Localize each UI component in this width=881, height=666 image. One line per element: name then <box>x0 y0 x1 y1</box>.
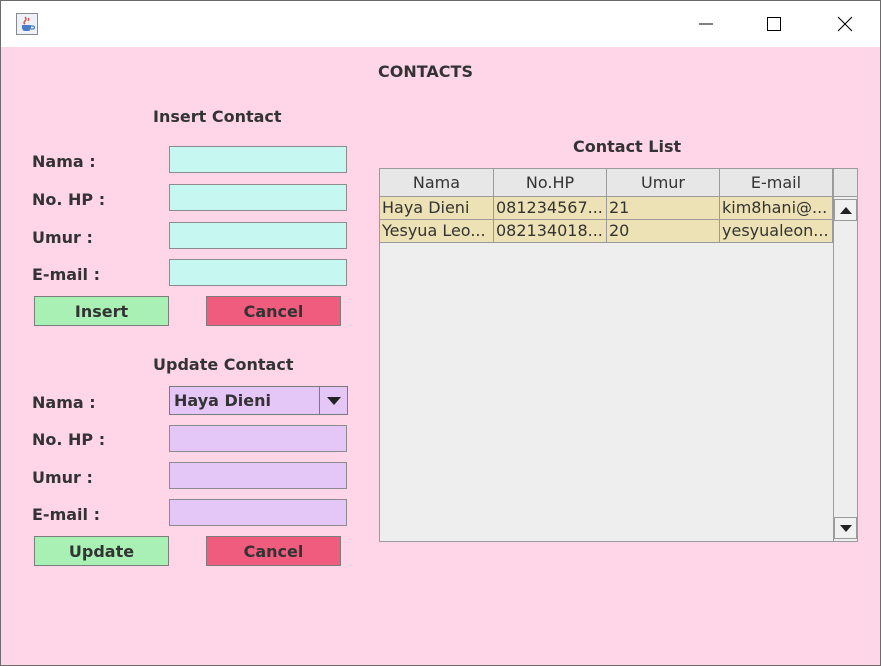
update-umur-input[interactable] <box>169 462 347 489</box>
maximize-button[interactable] <box>746 1 802 47</box>
insert-email-input[interactable] <box>169 259 347 286</box>
contact-list-heading: Contact List <box>573 137 682 156</box>
insert-hp-input[interactable] <box>169 184 347 211</box>
cell-email: kim8hani@... <box>720 197 833 220</box>
update-nama-select[interactable]: Haya Dieni <box>169 386 348 415</box>
insert-umur-label: Umur : <box>32 228 93 247</box>
insert-umur-input[interactable] <box>169 222 347 249</box>
cell-hp: 082134018... <box>494 220 607 243</box>
update-email-input[interactable] <box>169 499 347 526</box>
update-contact-heading: Update Contact <box>153 355 294 374</box>
contact-table: Nama No.HP Umur E-mail Haya Dieni 081234… <box>379 168 858 542</box>
column-header-email[interactable]: E-mail <box>720 169 833 197</box>
dropdown-arrow-icon[interactable] <box>319 387 347 414</box>
cell-nama: Haya Dieni <box>380 197 494 220</box>
insert-button[interactable]: Insert <box>34 296 169 326</box>
table-row[interactable]: Yesyua Leo... 082134018... 20 yesyualeon… <box>380 220 833 243</box>
insert-nama-label: Nama : <box>32 152 96 171</box>
java-cup-icon <box>16 13 38 35</box>
update-hp-label: No. HP : <box>32 430 106 449</box>
close-button[interactable] <box>817 1 873 47</box>
table-row[interactable]: Haya Dieni 081234567... 21 kim8hani@... <box>380 197 833 220</box>
update-nama-selected: Haya Dieni <box>174 391 271 410</box>
update-cancel-button[interactable]: Cancel <box>206 536 341 566</box>
scroll-up-icon[interactable] <box>834 199 857 221</box>
update-umur-label: Umur : <box>32 468 93 487</box>
title-bar <box>1 1 880 47</box>
cell-hp: 081234567... <box>494 197 607 220</box>
insert-contact-heading: Insert Contact <box>153 107 282 126</box>
vertical-scrollbar[interactable] <box>833 197 857 541</box>
insert-nama-input[interactable] <box>169 146 347 173</box>
column-header-umur[interactable]: Umur <box>607 169 720 197</box>
cell-email: yesyualeon... <box>720 220 833 243</box>
close-icon <box>837 16 853 32</box>
column-header-hp[interactable]: No.HP <box>494 169 607 197</box>
page-title: CONTACTS <box>378 62 473 81</box>
update-email-label: E-mail : <box>32 505 100 524</box>
insert-email-label: E-mail : <box>32 265 100 284</box>
update-hp-input[interactable] <box>169 425 347 452</box>
minimize-button[interactable] <box>678 1 734 47</box>
column-header-nama[interactable]: Nama <box>380 169 494 197</box>
update-nama-label: Nama : <box>32 393 96 412</box>
insert-hp-label: No. HP : <box>32 190 106 209</box>
app-window: CONTACTS Insert Contact Nama : No. HP : … <box>0 0 881 666</box>
cell-umur: 21 <box>607 197 720 220</box>
table-corner <box>833 169 857 197</box>
table-header: Nama No.HP Umur E-mail <box>380 169 833 197</box>
cell-nama: Yesyua Leo... <box>380 220 494 243</box>
maximize-icon <box>767 17 781 31</box>
update-button[interactable]: Update <box>34 536 169 566</box>
cell-umur: 20 <box>607 220 720 243</box>
insert-cancel-button[interactable]: Cancel <box>206 296 341 326</box>
scroll-down-icon[interactable] <box>834 517 857 539</box>
minimize-icon <box>699 23 713 25</box>
form-panel: CONTACTS Insert Contact Nama : No. HP : … <box>1 47 880 665</box>
